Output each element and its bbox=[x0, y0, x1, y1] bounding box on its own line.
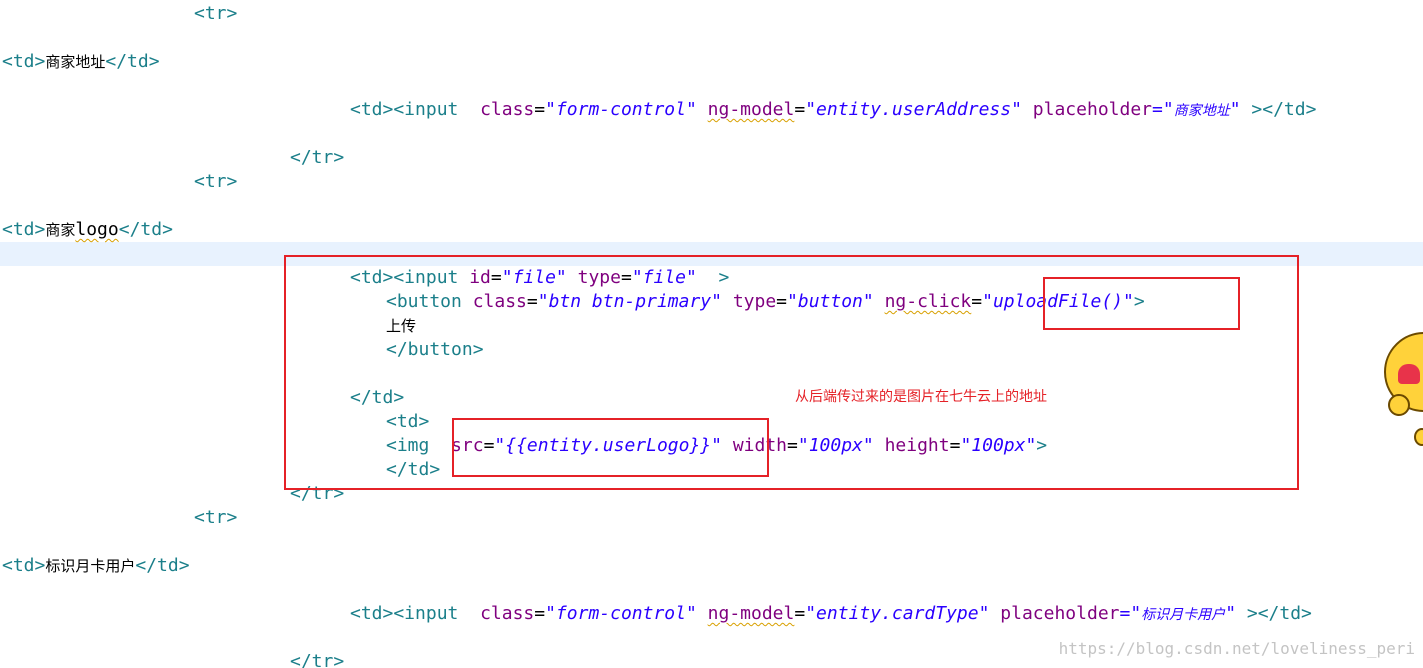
annotation-box-img-src bbox=[452, 418, 769, 477]
tag-token: </td> bbox=[105, 51, 160, 72]
placeholder-text: 商家地址 bbox=[1173, 103, 1230, 119]
annotation-box-ng-click bbox=[1043, 277, 1240, 330]
watermark-text: https://blog.csdn.net/loveliness_peri bbox=[1058, 639, 1415, 658]
attr-token: class bbox=[480, 99, 535, 120]
cell-text: logo bbox=[75, 219, 119, 240]
annotation-note: 从后端传过来的是图片在七牛云上的地址 bbox=[795, 389, 1047, 405]
equals-token: = bbox=[534, 603, 546, 624]
value-token: "form-control" bbox=[545, 603, 697, 624]
equals-token: = bbox=[794, 99, 806, 120]
equals-token: = bbox=[534, 99, 546, 120]
equals-token: =" bbox=[1152, 99, 1174, 120]
tag-token: <tr> bbox=[194, 171, 238, 192]
cell-text: 商家地址 bbox=[45, 53, 106, 71]
tag-token: <td> bbox=[2, 219, 46, 240]
tag-token: <td> bbox=[2, 555, 46, 576]
code-line: </tr> bbox=[290, 650, 344, 668]
code-line: <tr> bbox=[194, 506, 237, 530]
heart-emoji-sticker-icon bbox=[1384, 330, 1423, 450]
tag-token: <td> bbox=[2, 51, 46, 72]
equals-token: = bbox=[794, 603, 806, 624]
code-line: <tr> bbox=[194, 2, 237, 26]
code-line: <td>商家logo</td> bbox=[2, 218, 173, 242]
tag-token: <td><input bbox=[350, 603, 459, 624]
code-line: <td>商家地址</td> bbox=[2, 50, 160, 74]
cell-text: 商家 bbox=[45, 221, 76, 239]
code-line: </tr> bbox=[290, 146, 344, 170]
attr-token: class bbox=[480, 603, 535, 624]
quote-token: " bbox=[1229, 99, 1241, 120]
cell-text: 标识月卡用户 bbox=[45, 557, 136, 575]
code-line: <td><input class="form-control" ng-model… bbox=[350, 98, 1316, 122]
value-token: "entity.cardType" bbox=[805, 603, 990, 624]
tag-token: ></td> bbox=[1246, 603, 1312, 624]
attr-token: placeholder bbox=[1032, 99, 1153, 120]
tag-token: </td> bbox=[135, 555, 190, 576]
code-line: <td>标识月卡用户</td> bbox=[2, 554, 190, 578]
attr-token: ng-model bbox=[707, 99, 795, 120]
tag-token: <tr> bbox=[194, 3, 238, 24]
tag-token: </tr> bbox=[290, 651, 345, 668]
tag-token: <td><input bbox=[350, 99, 459, 120]
attr-token: placeholder bbox=[1000, 603, 1120, 624]
placeholder-text: 标识月卡用户 bbox=[1141, 607, 1226, 623]
tag-token: </td> bbox=[118, 219, 173, 240]
tag-token: ></td> bbox=[1251, 99, 1317, 120]
value-token: "entity.userAddress" bbox=[805, 99, 1022, 120]
equals-token: =" bbox=[1119, 603, 1142, 624]
quote-token: " bbox=[1225, 603, 1237, 624]
tag-token: <tr> bbox=[194, 507, 238, 528]
attr-token: ng-model bbox=[707, 603, 795, 624]
value-token: "form-control" bbox=[545, 99, 697, 120]
code-line: <tr> bbox=[194, 170, 237, 194]
code-line: <td><input class="form-control" ng-model… bbox=[350, 602, 1312, 626]
code-editor[interactable]: <tr> <td>商家地址</td> <td><input class="for… bbox=[0, 0, 1423, 668]
tag-token: </tr> bbox=[290, 147, 345, 168]
